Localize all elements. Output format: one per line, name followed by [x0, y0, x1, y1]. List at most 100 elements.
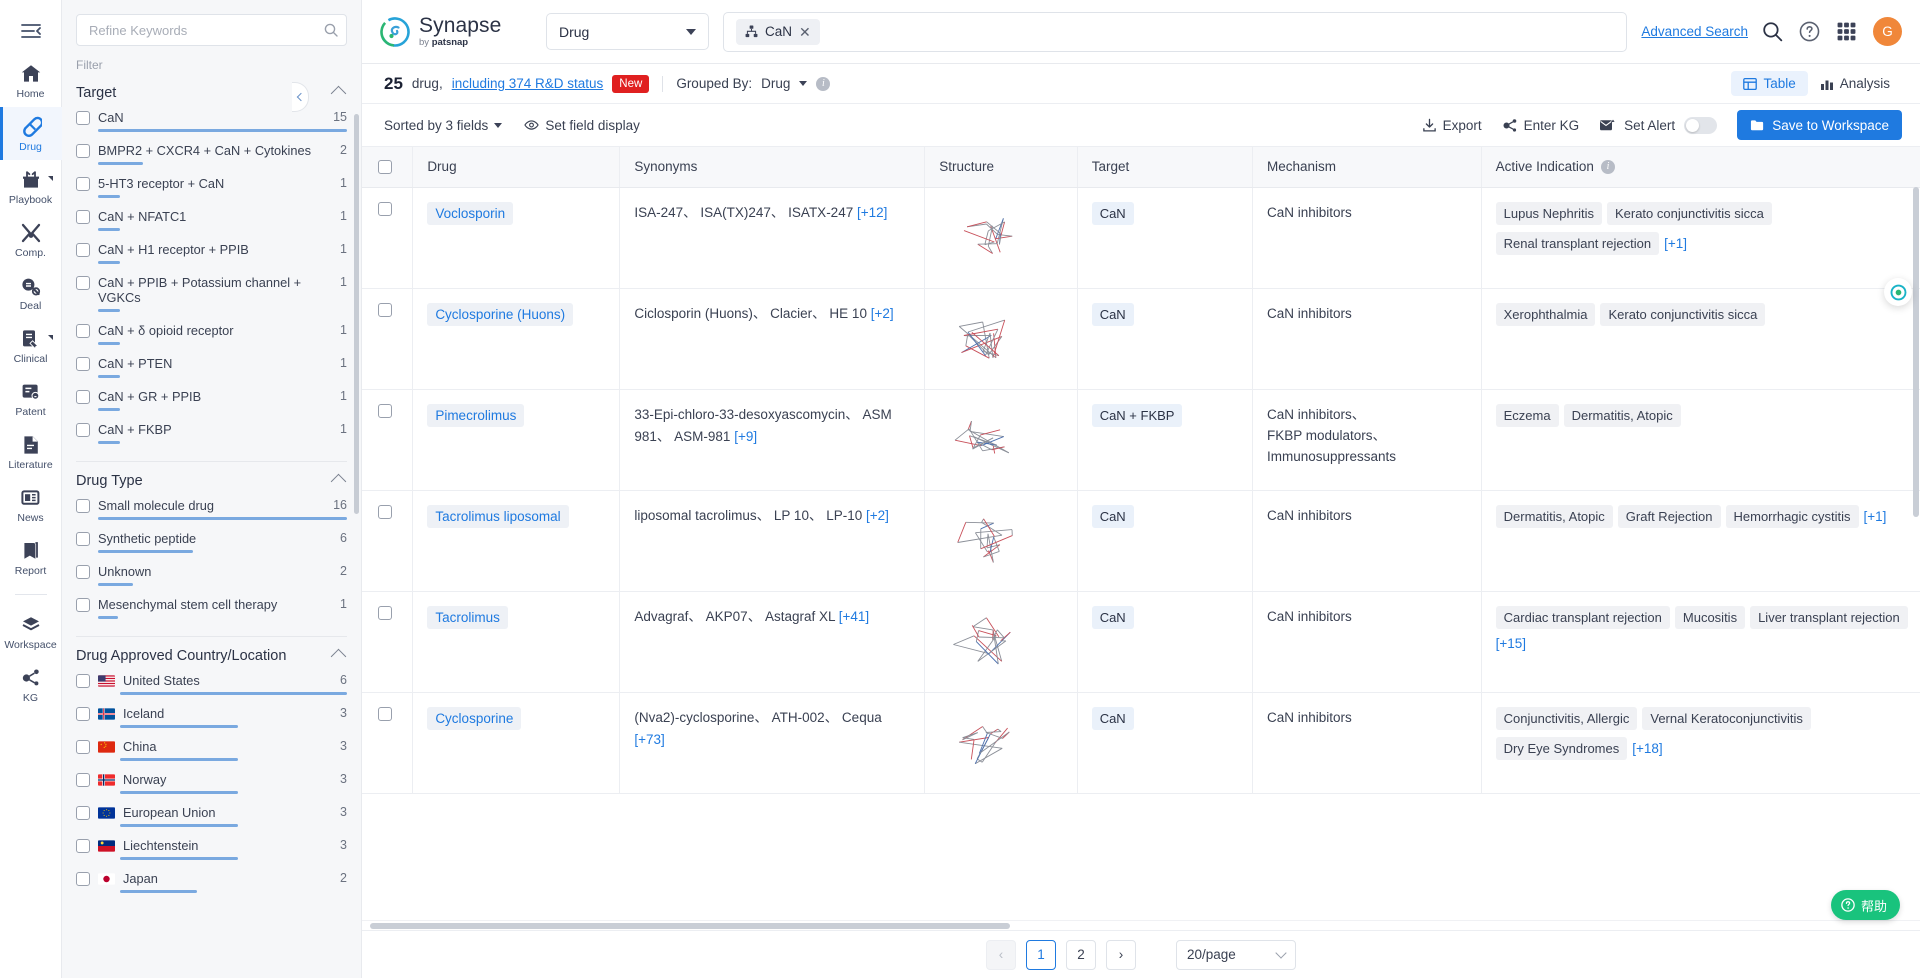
enter-kg-button[interactable]: Enter KG: [1502, 118, 1579, 133]
chevron-down-icon[interactable]: [799, 81, 808, 86]
filter-checkbox[interactable]: [76, 872, 90, 886]
indication-tag[interactable]: Vernal Keratoconjunctivitis: [1642, 706, 1811, 730]
search-icon[interactable]: [1762, 21, 1783, 42]
filter-option[interactable]: Liechtenstein 3: [76, 838, 347, 871]
indication-more-link[interactable]: [+15]: [1496, 636, 1526, 651]
filter-checkbox[interactable]: [76, 144, 90, 158]
set-alert-toggle[interactable]: [1684, 116, 1718, 134]
nav-item-deal[interactable]: Deal: [0, 266, 62, 319]
row-checkbox[interactable]: [378, 201, 392, 216]
floating-assistant-orb[interactable]: [1884, 278, 1912, 306]
pagination-prev[interactable]: ‹: [986, 939, 1016, 970]
filter-option[interactable]: Small molecule drug 16: [76, 498, 347, 531]
filter-checkbox[interactable]: [76, 390, 90, 404]
indication-tag[interactable]: Dermatitis, Atopic: [1563, 403, 1681, 427]
page-size-select[interactable]: 20/page: [1176, 939, 1296, 970]
filter-checkbox[interactable]: [76, 210, 90, 224]
filter-checkbox[interactable]: [76, 177, 90, 191]
row-checkbox[interactable]: [378, 302, 392, 317]
indication-more-link[interactable]: [+1]: [1864, 509, 1887, 524]
synonyms-more-link[interactable]: [+2]: [871, 306, 894, 321]
tab-table[interactable]: Table: [1731, 71, 1808, 96]
filter-checkbox[interactable]: [76, 276, 90, 290]
nav-item-drug[interactable]: Drug: [0, 107, 62, 160]
filter-option[interactable]: Unknown 2: [76, 564, 347, 597]
filter-checkbox[interactable]: [76, 740, 90, 754]
indication-more-link[interactable]: [+18]: [1632, 741, 1662, 756]
indication-tag[interactable]: Kerato conjunctivitis sicca: [1600, 302, 1766, 326]
synonyms-more-link[interactable]: [+9]: [734, 429, 757, 444]
nav-item-playbook[interactable]: Playbook: [0, 160, 62, 213]
nav-item-news[interactable]: News: [0, 478, 62, 531]
help-circle-icon[interactable]: [1799, 21, 1820, 42]
indication-tag[interactable]: Hemorrhagic cystitis: [1725, 504, 1859, 528]
indication-tag[interactable]: Eczema: [1495, 403, 1559, 427]
help-button[interactable]: 帮助: [1830, 890, 1900, 920]
tab-analysis[interactable]: Analysis: [1808, 71, 1902, 96]
search-bar[interactable]: CaN ✕: [723, 11, 1628, 52]
nav-item-comp[interactable]: Comp.: [0, 213, 62, 266]
row-checkbox[interactable]: [378, 605, 392, 620]
brand-logo[interactable]: Synapse by patsnap: [362, 15, 532, 48]
filter-option[interactable]: United States 6: [76, 673, 347, 706]
indication-tag[interactable]: Dry Eye Syndromes: [1495, 736, 1628, 760]
target-tag[interactable]: CaN: [1091, 706, 1134, 730]
nav-item-kg[interactable]: KG: [0, 658, 62, 711]
synonyms-more-link[interactable]: [+2]: [866, 508, 889, 523]
filter-option[interactable]: Norway 3: [76, 772, 347, 805]
filter-option[interactable]: CaN + PTEN 1: [76, 356, 347, 389]
target-tag[interactable]: CaN + FKBP: [1091, 403, 1183, 427]
pagination-page-1[interactable]: 1: [1026, 939, 1056, 970]
indication-tag[interactable]: Conjunctivitis, Allergic: [1495, 706, 1638, 730]
filter-checkbox[interactable]: [76, 839, 90, 853]
drug-name-link[interactable]: Tacrolimus: [427, 605, 508, 629]
filter-checkbox[interactable]: [76, 707, 90, 721]
pagination-next[interactable]: ›: [1106, 939, 1136, 970]
filter-option[interactable]: BMPR2 + CXCR4 + CaN + Cytokines 2: [76, 143, 347, 176]
set-alert-control[interactable]: Set Alert: [1599, 116, 1718, 134]
filter-option[interactable]: Iceland 3: [76, 706, 347, 739]
indication-tag[interactable]: Liver transplant rejection: [1750, 605, 1908, 629]
filter-option[interactable]: CaN + FKBP 1: [76, 422, 347, 455]
nav-item-report[interactable]: Report: [0, 531, 62, 584]
synonyms-more-link[interactable]: [+41]: [839, 609, 869, 624]
filter-checkbox[interactable]: [76, 565, 90, 579]
drug-name-link[interactable]: Tacrolimus liposomal: [427, 504, 569, 528]
target-tag[interactable]: CaN: [1091, 605, 1134, 629]
indication-more-link[interactable]: [+1]: [1664, 236, 1687, 251]
filter-group-header[interactable]: Drug Type: [76, 466, 347, 498]
filter-checkbox[interactable]: [76, 243, 90, 257]
row-checkbox[interactable]: [378, 403, 392, 418]
nav-item-clinical[interactable]: Clinical: [0, 319, 62, 372]
nav-item-literature[interactable]: Literature: [0, 425, 62, 478]
filter-option[interactable]: CaN + NFATC1 1: [76, 209, 347, 242]
filter-option[interactable]: Mesenchymal stem cell therapy 1: [76, 597, 347, 630]
sidebar-scrollbar[interactable]: [354, 114, 359, 514]
filter-option[interactable]: Synthetic peptide 6: [76, 531, 347, 564]
apps-grid-icon[interactable]: [1836, 21, 1857, 42]
user-avatar[interactable]: G: [1873, 17, 1902, 46]
nav-item-workspace[interactable]: Workspace: [0, 605, 62, 658]
filter-checkbox[interactable]: [76, 674, 90, 688]
pagination-page-2[interactable]: 2: [1066, 939, 1096, 970]
entity-type-select[interactable]: Drug: [546, 13, 709, 50]
filter-option[interactable]: CaN + PPIB + Potassium channel + VGKCs 1: [76, 275, 347, 323]
info-icon[interactable]: i: [816, 76, 831, 91]
filter-checkbox[interactable]: [76, 111, 90, 125]
indication-tag[interactable]: Kerato conjunctivitis sicca: [1606, 201, 1772, 225]
export-button[interactable]: Export: [1422, 118, 1482, 133]
drug-name-link[interactable]: Cyclosporine (Huons): [427, 302, 574, 326]
indication-tag[interactable]: Cardiac transplant rejection: [1495, 605, 1670, 629]
indication-tag[interactable]: Renal transplant rejection: [1495, 231, 1660, 255]
filter-option[interactable]: CaN + H1 receptor + PPIB 1: [76, 242, 347, 275]
filter-option[interactable]: Japan 2: [76, 871, 347, 904]
info-icon[interactable]: i: [1600, 159, 1615, 174]
sorted-by-button[interactable]: Sorted by 3 fields: [384, 118, 503, 133]
indication-tag[interactable]: Dermatitis, Atopic: [1495, 504, 1613, 528]
synonyms-more-link[interactable]: [+73]: [634, 732, 664, 747]
target-tag[interactable]: CaN: [1091, 504, 1134, 528]
nav-collapse-toggle[interactable]: [0, 8, 62, 54]
table-horizontal-scrollbar[interactable]: [370, 923, 1010, 929]
filter-option[interactable]: China 3: [76, 739, 347, 772]
filter-checkbox[interactable]: [76, 773, 90, 787]
